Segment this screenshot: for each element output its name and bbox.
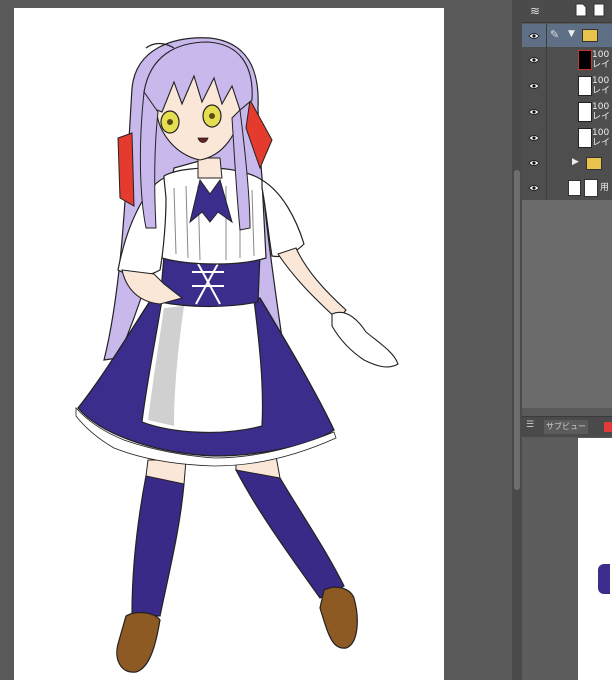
layer-opacity: 100 — [592, 128, 610, 138]
layer-name: 用 — [600, 183, 610, 193]
layers-panel: ≋ ✎ ▼ 100 レイ 100 レイ 100 レイ 100 レイ ▶ 用 ☰ … — [522, 0, 612, 680]
chevron-down-icon[interactable]: ▼ — [568, 29, 575, 39]
layers-panel-toolbar: ≋ — [522, 0, 612, 23]
canvas-workspace[interactable] — [0, 0, 512, 680]
layer-name: レイ — [592, 60, 611, 70]
layer-name: レイ — [592, 112, 611, 122]
panel-menu-icon[interactable]: ☰ — [526, 420, 534, 430]
eye-icon[interactable] — [528, 55, 540, 65]
layer-row[interactable]: 100 レイ — [522, 73, 612, 100]
preview-figure — [598, 564, 610, 594]
eye-icon[interactable] — [528, 31, 540, 41]
new-layer-icon[interactable] — [574, 3, 588, 19]
layer-thumbnail — [578, 102, 592, 122]
character-illustration — [75, 37, 399, 673]
layer-opacity: 100 — [592, 102, 610, 112]
tab-subview[interactable]: サブビュー — [544, 420, 588, 434]
navigator-tab-icon[interactable] — [604, 422, 612, 432]
eye-icon[interactable] — [528, 107, 540, 117]
layer-row[interactable]: 100 レイ — [522, 99, 612, 126]
left-stocking — [131, 475, 185, 617]
layer-list: ✎ ▼ 100 レイ 100 レイ 100 レイ 100 レイ ▶ 用 — [522, 24, 612, 201]
layer-thumbnail — [584, 179, 598, 197]
canvas-vertical-scrollbar[interactable] — [512, 0, 522, 680]
layer-opacity: 100 — [592, 50, 610, 60]
left-ribbon — [117, 132, 135, 207]
layer-row-folder-collapsed[interactable]: ▶ — [522, 151, 612, 176]
left-shoe — [116, 611, 161, 673]
right-arm — [277, 247, 347, 321]
drawing-canvas[interactable] — [14, 8, 444, 680]
layer-row[interactable]: 100 レイ — [522, 47, 612, 74]
paper-icon — [568, 180, 581, 196]
glove — [331, 312, 399, 368]
layer-thumbnail — [578, 50, 592, 70]
layer-name: レイ — [592, 86, 611, 96]
layer-row-folder-expanded[interactable]: ✎ ▼ — [522, 24, 612, 48]
layer-row[interactable]: 100 レイ — [522, 125, 612, 152]
layer-thumbnail — [578, 76, 592, 96]
subview-tab-bar: ☰ サブビュー — [522, 416, 612, 437]
new-folder-icon[interactable] — [592, 3, 606, 19]
pen-icon[interactable]: ✎ — [550, 28, 559, 41]
right-shoe — [319, 586, 358, 649]
scrollbar-thumb[interactable] — [514, 170, 520, 490]
layer-list-empty-area — [522, 200, 612, 408]
layer-row-paper[interactable]: 用 — [522, 175, 612, 201]
subview-preview — [578, 438, 612, 680]
layer-thumbnail — [578, 128, 592, 148]
layer-stack-icon[interactable]: ≋ — [528, 3, 542, 19]
right-stocking — [234, 469, 345, 599]
chevron-right-icon[interactable]: ▶ — [572, 157, 579, 167]
eye-icon[interactable] — [528, 81, 540, 91]
folder-icon — [582, 29, 598, 42]
eye-icon[interactable] — [528, 158, 540, 168]
subview-panel — [522, 438, 612, 680]
folder-icon — [586, 157, 602, 170]
eye-icon[interactable] — [528, 133, 540, 143]
layer-opacity: 100 — [592, 76, 610, 86]
eye-icon[interactable] — [528, 183, 540, 193]
layer-name: レイ — [592, 138, 611, 148]
